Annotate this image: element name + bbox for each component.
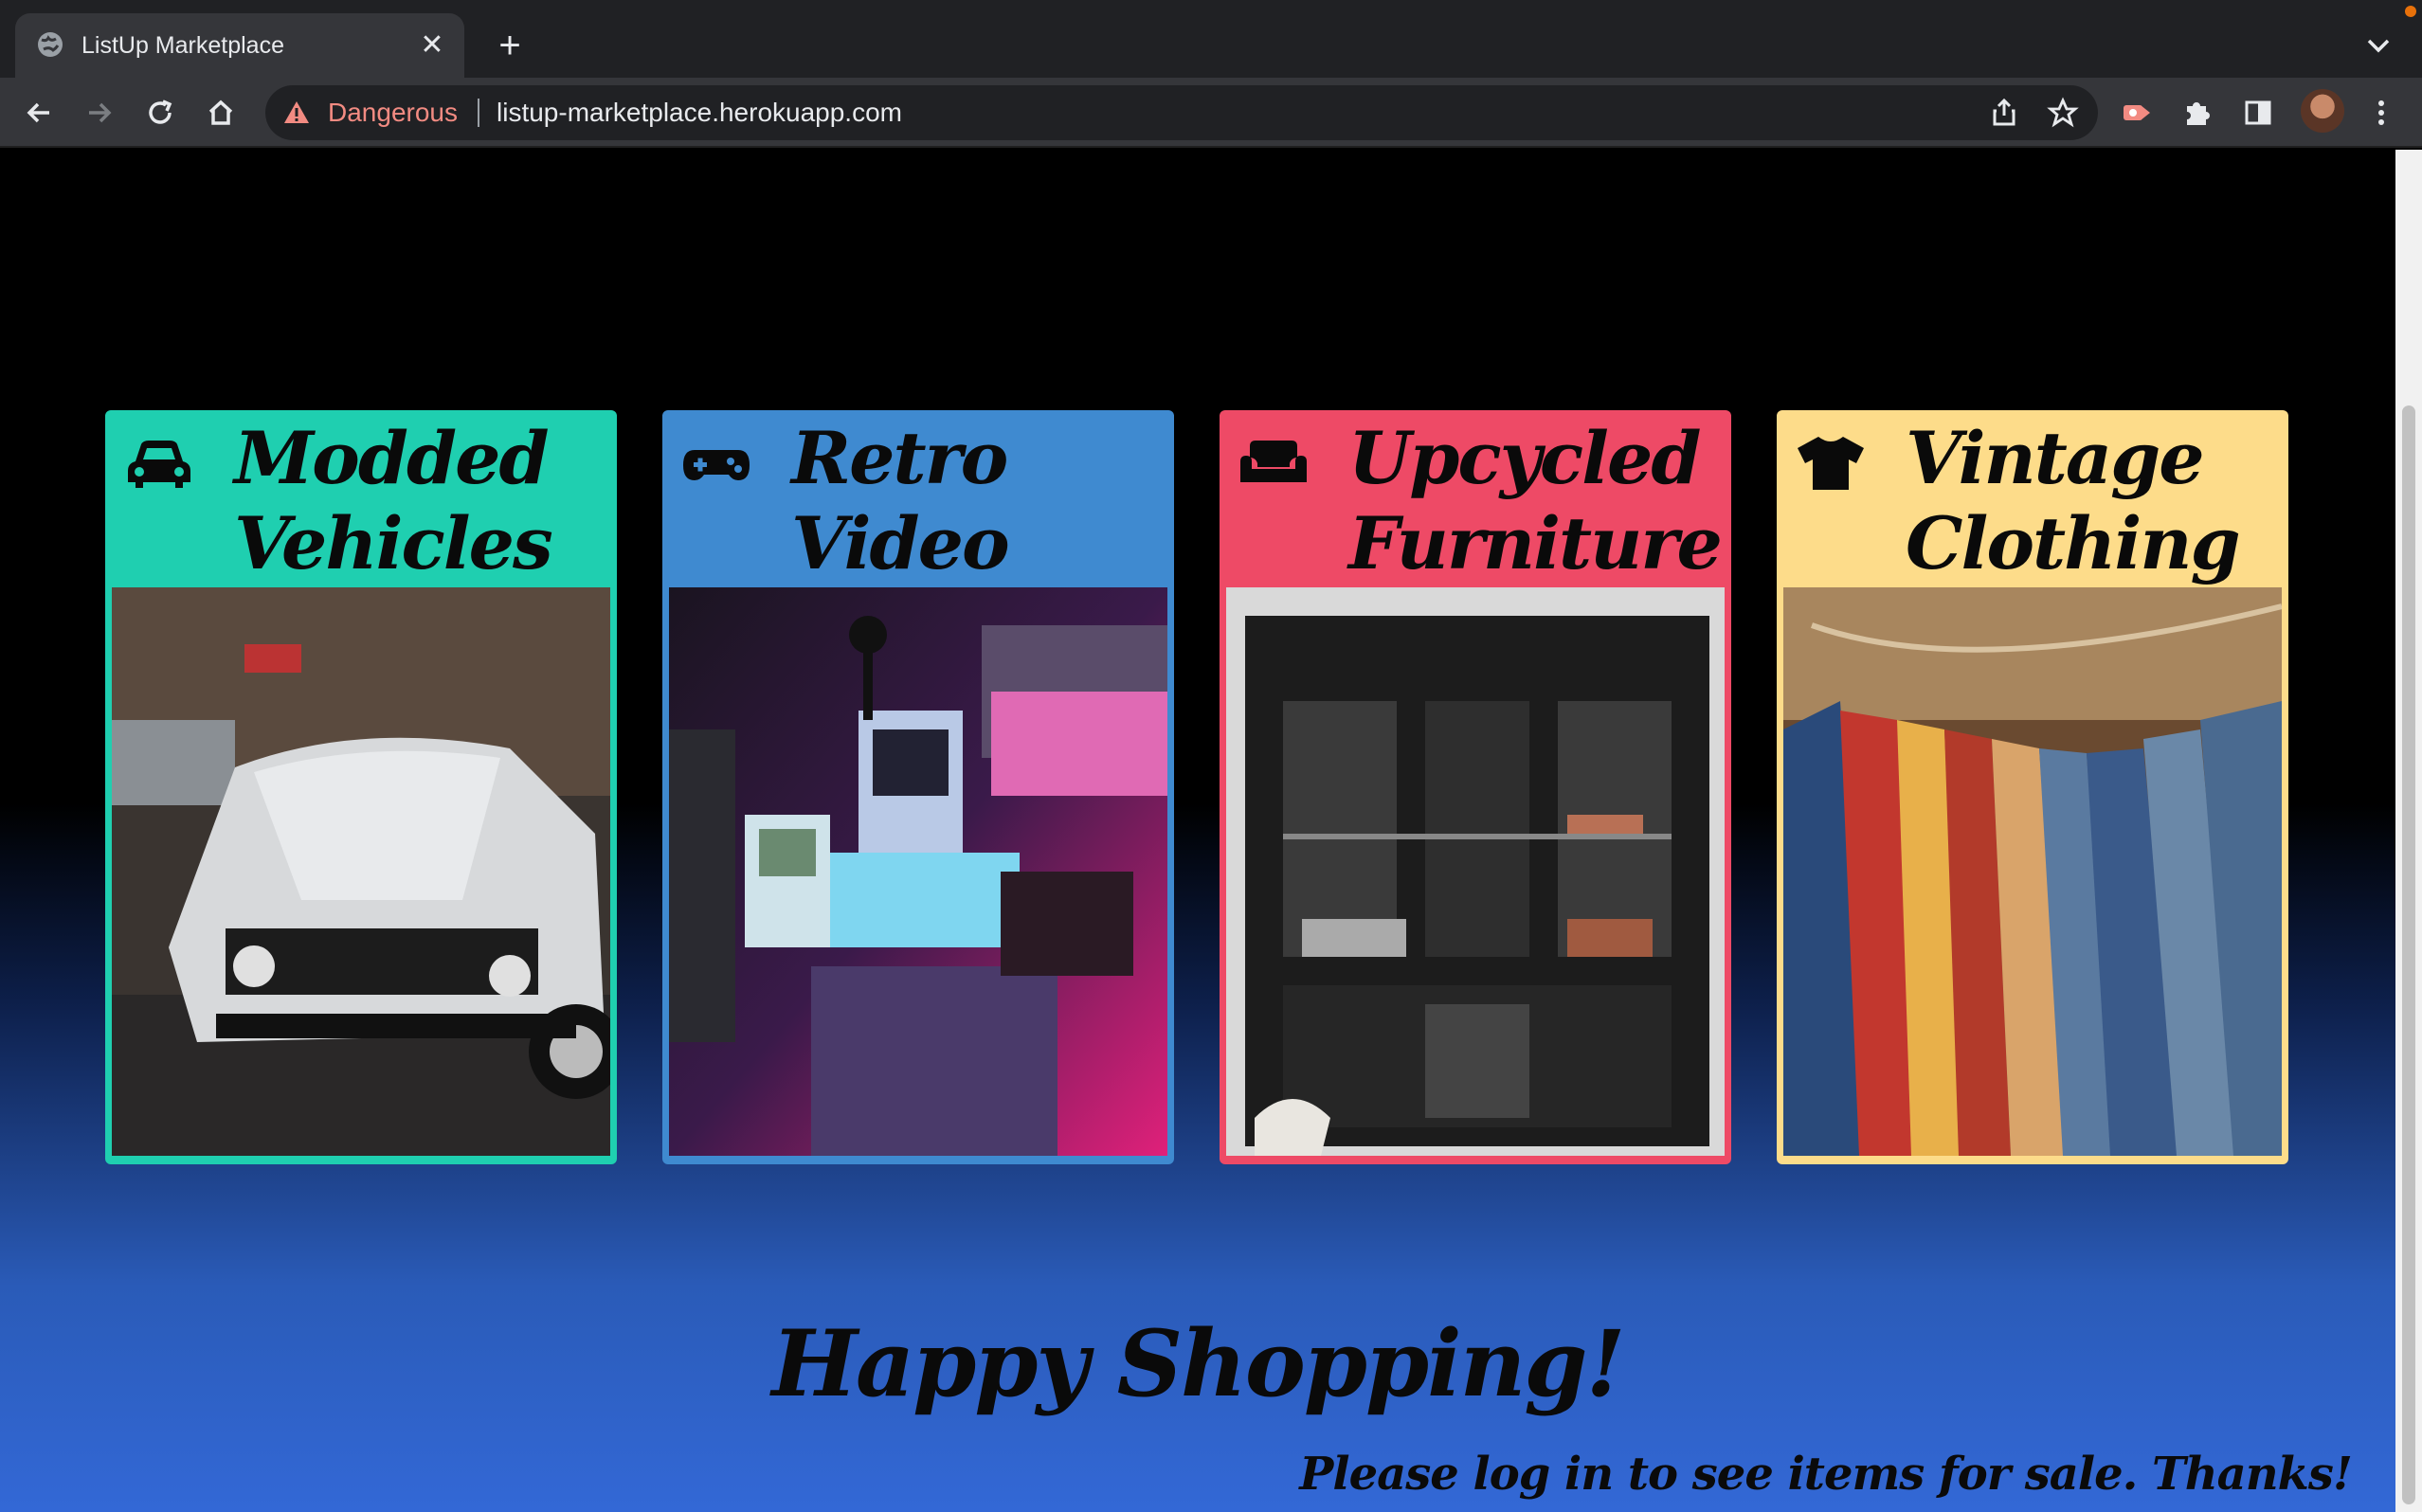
puzzle-icon[interactable]: [2181, 97, 2214, 129]
bookmark-star-icon[interactable]: [2047, 97, 2079, 129]
happy-shopping-heading: Happy Shopping!: [771, 1310, 1625, 1417]
page-scrollbar[interactable]: [2395, 150, 2422, 1512]
new-tab-button[interactable]: +: [487, 23, 533, 68]
card-header: Retro Video Games: [662, 410, 1174, 671]
retro-games-photo: [669, 587, 1167, 1156]
warning-icon[interactable]: [282, 99, 311, 127]
side-panel-icon[interactable]: [2242, 97, 2274, 129]
category-card-vintage-clothing[interactable]: Vintage Clothing: [1777, 410, 2288, 1164]
card-header: Vintage Clothing: [1777, 410, 2288, 585]
arrow-left-icon: [27, 102, 49, 123]
card-header: Upcycled Furniture: [1220, 410, 1731, 585]
login-prompt-text: Please log in to see items for sale. Tha…: [1299, 1448, 2353, 1501]
browser-tab[interactable]: ListUp Marketplace ✕: [15, 13, 464, 78]
card-title: Vintage Clothing: [1906, 416, 2241, 585]
category-card-retro-video-games[interactable]: Retro Video Games: [662, 410, 1174, 1164]
tab-strip: ListUp Marketplace ✕ +: [0, 0, 2422, 78]
back-button[interactable]: [17, 91, 61, 135]
car-icon: [128, 441, 190, 488]
url-text[interactable]: listup-marketplace.herokuapp.com: [497, 85, 902, 140]
page-viewport: Modded Vehicles Retro Video Games: [0, 150, 2395, 1512]
vehicle-photo: [112, 587, 610, 1156]
close-tab-icon[interactable]: ✕: [413, 27, 451, 64]
share-icon[interactable]: [1988, 97, 2020, 129]
category-card-modded-vehicles[interactable]: Modded Vehicles: [105, 410, 617, 1164]
couch-icon: [1240, 441, 1307, 482]
browser-toolbar: Dangerous listup-marketplace.herokuapp.c…: [0, 78, 2422, 148]
scrollbar-thumb[interactable]: [2402, 405, 2415, 1504]
forward-button[interactable]: [78, 91, 121, 135]
category-card-upcycled-furniture[interactable]: Upcycled Furniture: [1220, 410, 1731, 1164]
card-title: Upcycled Furniture: [1348, 416, 1723, 585]
shirt-icon: [1798, 437, 1864, 490]
arrow-right-icon: [89, 102, 112, 123]
card-title: Modded Vehicles: [234, 416, 553, 585]
divider: [478, 99, 479, 127]
tab-title: ListUp Marketplace: [81, 32, 284, 59]
card-header: Modded Vehicles: [105, 410, 617, 585]
home-icon: [208, 99, 233, 125]
more-vertical-icon[interactable]: [2365, 97, 2397, 129]
profile-avatar[interactable]: [2301, 89, 2344, 133]
home-button[interactable]: [199, 91, 243, 135]
chevron-down-icon[interactable]: [2359, 27, 2397, 64]
reload-button[interactable]: [138, 91, 182, 135]
furniture-photo: [1226, 587, 1725, 1156]
gamepad-icon: [683, 450, 750, 480]
security-status-label[interactable]: Dangerous: [328, 85, 458, 140]
globe-icon: [38, 32, 63, 57]
clothing-photo: [1783, 587, 2282, 1156]
reload-icon: [149, 99, 172, 124]
address-bar[interactable]: Dangerous listup-marketplace.herokuapp.c…: [265, 85, 2098, 140]
extension-icon[interactable]: [2121, 97, 2153, 129]
notification-dot: [2405, 6, 2416, 17]
